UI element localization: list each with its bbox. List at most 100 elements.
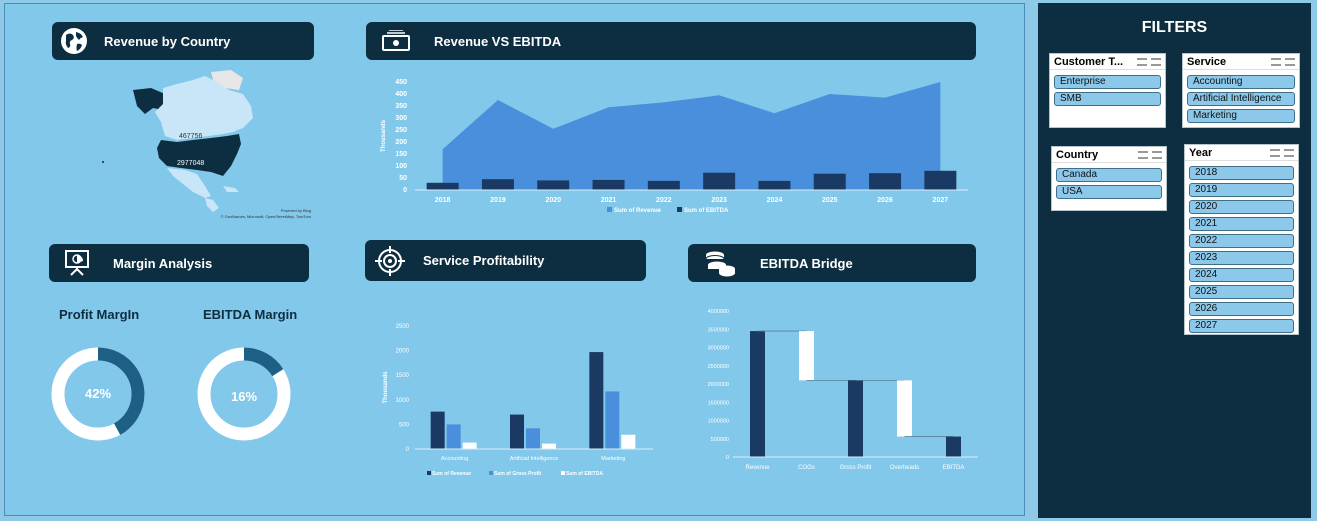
ebitda-bar: [869, 173, 902, 190]
slicer-item-year[interactable]: 2020: [1189, 200, 1294, 214]
service-bar: [510, 414, 524, 449]
multi-select-icon[interactable]: [1138, 150, 1148, 159]
service-profitability-chart[interactable]: 2500 2000 1500 1000 500 0 Thousands Accounting A…: [375, 316, 665, 484]
legend-swatch: [427, 471, 431, 475]
caribbean-shape[interactable]: [223, 186, 239, 192]
clear-filter-icon[interactable]: [1285, 57, 1295, 66]
legend-label: Sum of Revenue: [432, 471, 471, 477]
year-slicer-title: Year: [1189, 146, 1213, 159]
slicer-item-year[interactable]: 2024: [1189, 268, 1294, 282]
slicer-item-year[interactable]: 2021: [1189, 217, 1294, 231]
service-bar: [462, 442, 477, 449]
slicer-item-country[interactable]: Canada: [1056, 168, 1162, 182]
multi-select-icon[interactable]: [1137, 57, 1147, 66]
bridge-bar: [897, 380, 912, 437]
y-tick-label: 0: [406, 447, 410, 453]
revenue-vs-ebitda-header: Revenue VS EBITDA: [366, 22, 976, 60]
multi-select-icon[interactable]: [1271, 57, 1281, 66]
slicer-item-year[interactable]: 2023: [1189, 251, 1294, 265]
legend-swatch-revenue: [607, 207, 612, 212]
ebitda-bar: [426, 182, 459, 190]
country-slicer: Country Canada USA: [1051, 146, 1167, 211]
clear-filter-icon[interactable]: [1152, 150, 1162, 159]
x-tick-label: COGs: [798, 465, 815, 471]
canada-value-label: 467756: [179, 133, 202, 140]
y-tick-label: 250: [395, 127, 407, 134]
x-tick-label: Gross Profit: [840, 465, 872, 471]
slicer-item-service[interactable]: Marketing: [1187, 109, 1295, 123]
x-tick-label: Artificial Intelligence: [510, 456, 559, 462]
x-tick-label: 2024: [767, 197, 783, 204]
y-tick-label: 300: [395, 115, 407, 122]
service-slicer: Service Accounting Artificial Intelligenc…: [1182, 53, 1300, 128]
service-bar: [542, 443, 556, 449]
y-tick-label: 50: [399, 175, 407, 182]
slicer-item-year[interactable]: 2026: [1189, 302, 1294, 316]
y-tick-label: 2000: [396, 349, 410, 355]
globe-icon: [52, 26, 96, 56]
y-tick-label: 2500: [396, 324, 410, 330]
slicer-item-customer-type[interactable]: Enterprise: [1054, 75, 1161, 89]
bridge-bar: [946, 436, 961, 457]
y-tick-label: 2500000: [708, 364, 729, 370]
slicer-item-year[interactable]: 2027: [1189, 319, 1294, 333]
x-tick-label: Accounting: [441, 456, 468, 462]
mexico-shape[interactable]: [167, 168, 211, 198]
service-bar: [526, 428, 540, 449]
usa-value-label: 2977048: [177, 160, 204, 167]
x-tick-label: 2027: [933, 197, 949, 204]
x-tick-label: 2019: [490, 197, 506, 204]
y-tick-label: 450: [395, 79, 407, 86]
ebitda-margin-value: 16%: [231, 389, 257, 404]
country-map[interactable]: 467756 2977048 Powered by Bing © GeoName…: [93, 70, 313, 226]
customer-type-slicer: Customer T... Enterprise SMB: [1049, 53, 1166, 128]
slicer-item-year[interactable]: 2018: [1189, 166, 1294, 180]
clear-filter-icon[interactable]: [1284, 148, 1294, 157]
clear-filter-icon[interactable]: [1151, 57, 1161, 66]
x-tick-label: Overheads: [890, 465, 919, 471]
y-tick-label: 0: [726, 455, 729, 461]
x-tick-label: EBITDA: [943, 465, 965, 471]
service-bar: [621, 434, 636, 449]
y-tick-label: 200: [395, 139, 407, 146]
service-slicer-title: Service: [1187, 55, 1227, 68]
slicer-item-service[interactable]: Accounting: [1187, 75, 1295, 89]
service-bar: [605, 391, 620, 449]
y-tick-label: 350: [395, 103, 407, 110]
slicer-item-year[interactable]: 2022: [1189, 234, 1294, 248]
y-tick-label: 1500: [396, 373, 410, 379]
ebitda-margin-donut[interactable]: 16%: [196, 346, 292, 442]
slicer-item-service[interactable]: Artificial Intelligence: [1187, 92, 1295, 106]
coins-icon: [688, 249, 752, 277]
revenue-by-country-title: Revenue by Country: [104, 33, 231, 49]
y-tick-label: 2000000: [708, 382, 729, 388]
legend-swatch-ebitda: [677, 207, 682, 212]
service-bar: [589, 352, 604, 449]
x-tick-label: 2021: [601, 197, 617, 204]
multi-select-icon[interactable]: [1270, 148, 1280, 157]
y-tick-label: 500: [399, 422, 410, 428]
revenue-vs-ebitda-chart[interactable]: 450 400 350 300 250 200 150 100 50 0 Thousands 2018…: [373, 74, 973, 214]
ebitda-bar: [537, 180, 570, 190]
ebitda-bridge-header: EBITDA Bridge: [688, 244, 976, 282]
y-tick-label: 4000000: [708, 309, 729, 315]
x-tick-label: 2025: [822, 197, 838, 204]
y-axis-label: Thousands: [383, 371, 389, 404]
legend-swatch: [489, 471, 493, 475]
slicer-item-year[interactable]: 2025: [1189, 285, 1294, 299]
presentation-chart-icon: [49, 249, 105, 277]
profit-margin-title: Profit MargIn: [59, 307, 140, 322]
slicer-item-year[interactable]: 2019: [1189, 183, 1294, 197]
slicer-item-country[interactable]: USA: [1056, 185, 1162, 199]
bridge-bar: [848, 380, 863, 457]
slicer-item-customer-type[interactable]: SMB: [1054, 92, 1161, 106]
ebitda-bar: [647, 180, 680, 190]
profit-margin-donut[interactable]: 42%: [50, 346, 146, 442]
ebitda-bridge-chart[interactable]: 4000000 3500000 3000000 2500000 2000000 15000…: [693, 302, 983, 480]
map-credit-line1: Powered by Bing: [281, 208, 311, 213]
customer-type-slicer-title: Customer T...: [1054, 55, 1124, 68]
ebitda-bar: [758, 180, 791, 190]
legend-label-ebitda: Sum of EBITDA: [684, 208, 729, 214]
filters-panel: FILTERS Customer T... Enterprise SMB Serv…: [1038, 3, 1311, 518]
central-america-shape[interactable]: [205, 198, 219, 212]
